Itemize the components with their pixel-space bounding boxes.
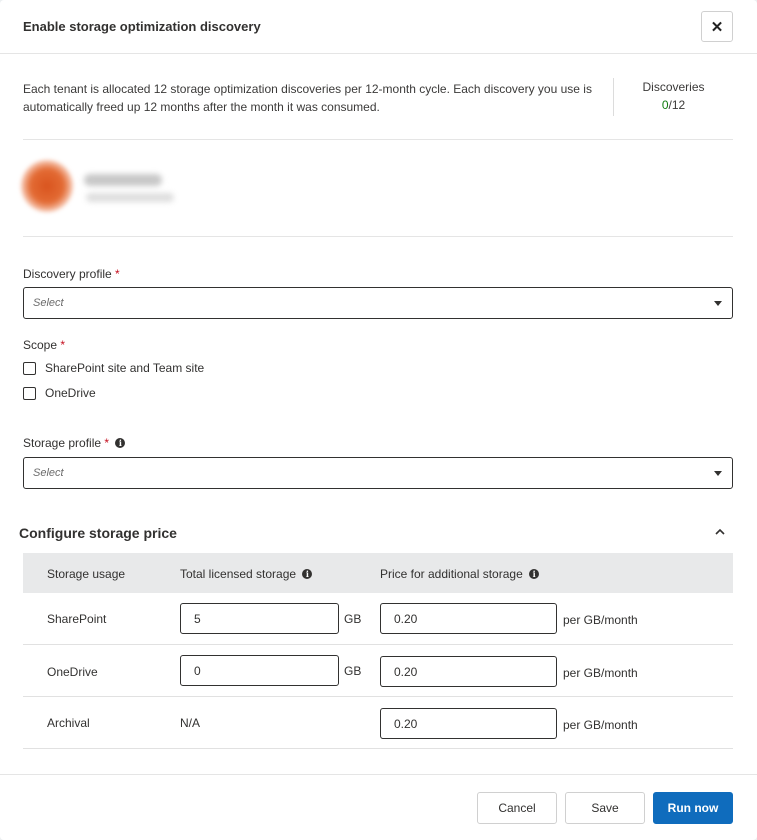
scope-label-text: Scope [23,338,58,352]
discoveries-label: Discoveries [642,80,705,94]
licensed-unit: GB [344,612,362,626]
licensed-storage-value: 5 [194,612,201,626]
table-row-sharepoint: SharePoint 5 GB 0.20 per GB/month [23,593,733,645]
licensed-storage-value: 0 [194,664,201,678]
discovery-profile-placeholder: Select [33,297,64,309]
header-price-additional-text: Price for additional storage [380,567,523,581]
licensed-storage-na: N/A [180,716,201,730]
info-icon[interactable]: i [115,438,126,448]
storage-profile-placeholder: Select [33,467,64,479]
save-button[interactable]: Save [565,792,645,824]
dialog-title: Enable storage optimization discovery [23,19,261,34]
discovery-profile-select[interactable]: Select [23,287,733,319]
storage-usage-name: OneDrive [47,665,98,679]
storage-profile-select[interactable]: Select [23,457,733,489]
price-value: 0.20 [394,665,418,679]
price-input[interactable]: 0.20 [380,603,557,634]
storage-usage-name: SharePoint [47,612,107,626]
licensed-storage-input[interactable]: 0 [180,655,339,686]
price-value: 0.20 [394,612,418,626]
storage-price-section-title: Configure storage price [19,525,177,541]
scope-option-label: OneDrive [45,386,96,400]
discoveries-count: 0/12 [614,98,733,112]
price-unit: per GB/month [563,718,638,732]
price-unit: per GB/month [563,613,638,627]
required-mark: * [60,338,66,352]
scope-label: Scope * [23,338,65,352]
run-now-button[interactable]: Run now [653,792,733,824]
storage-discovery-dialog: Enable storage optimization discovery ✕ … [0,0,757,840]
caret-down-icon [714,471,722,476]
discoveries-total: /12 [668,98,686,112]
tenant-avatar [21,160,73,212]
required-mark: * [115,267,120,281]
header-price-additional: Price for additional storage i [380,567,540,581]
caret-down-icon [714,301,722,306]
header-storage-usage: Storage usage [47,567,126,581]
price-input[interactable]: 0.20 [380,708,557,739]
onedrive-checkbox[interactable] [23,386,36,400]
discovery-profile-label-text: Discovery profile [23,267,112,281]
sharepoint-checkbox[interactable] [23,361,36,375]
chevron-up-icon[interactable] [712,525,728,539]
dialog-header: Enable storage optimization discovery ✕ [0,0,757,54]
price-value: 0.20 [394,717,418,731]
header-total-licensed-text: Total licensed storage [180,567,297,581]
licensed-storage-input[interactable]: 5 [180,603,339,634]
table-header: Storage usage Total licensed storage i P… [23,553,733,593]
discovery-profile-label: Discovery profile * [23,267,120,281]
info-icon[interactable]: i [529,569,540,579]
tenant-detail-redacted [86,193,174,202]
allocation-info-text: Each tenant is allocated 12 storage opti… [23,82,592,114]
table-row-onedrive: OneDrive 0 GB 0.20 per GB/month [23,645,733,697]
close-button[interactable]: ✕ [701,11,733,42]
price-input[interactable]: 0.20 [380,656,557,687]
licensed-unit: GB [344,664,362,678]
required-mark: * [104,436,110,450]
storage-profile-label-text: Storage profile [23,436,102,450]
divider [23,236,733,237]
price-unit: per GB/month [563,666,638,680]
tenant-name-redacted [84,174,162,186]
close-icon: ✕ [710,18,724,36]
dialog-footer: Cancel Save Run now [0,774,757,840]
cancel-button[interactable]: Cancel [477,792,557,824]
storage-profile-label: Storage profile * i [23,436,126,450]
discoveries-used: 0 [661,98,669,112]
divider [23,139,733,140]
info-icon[interactable]: i [302,569,313,579]
table-row-archival: Archival N/A 0.20 per GB/month [23,697,733,749]
scope-option-sharepoint[interactable]: SharePoint site and Team site [23,361,204,375]
storage-usage-name: Archival [47,716,90,730]
scope-option-label: SharePoint site and Team site [45,361,205,375]
scope-option-onedrive[interactable]: OneDrive [23,386,96,400]
header-total-licensed: Total licensed storage i [180,567,313,581]
